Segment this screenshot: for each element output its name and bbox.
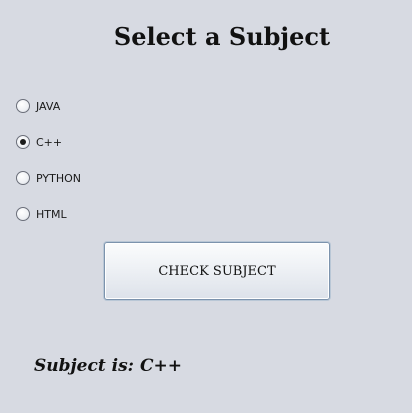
radio-label-java: JAVA bbox=[36, 99, 61, 113]
radio-button-python[interactable] bbox=[16, 171, 30, 185]
result-separator: : bbox=[127, 356, 134, 376]
radio-cpp[interactable]: C++ bbox=[16, 134, 62, 150]
result-value: C++ bbox=[139, 356, 182, 376]
page-title: Select a Subject bbox=[113, 22, 331, 51]
check-subject-button[interactable]: CHECK SUBJECT bbox=[104, 242, 330, 300]
radio-button-html[interactable] bbox=[16, 207, 30, 221]
radio-python[interactable]: PYTHON bbox=[16, 170, 81, 186]
radio-java[interactable]: JAVA bbox=[16, 98, 60, 114]
radio-button-java[interactable] bbox=[16, 99, 30, 113]
radio-label-python: PYTHON bbox=[36, 171, 81, 185]
result-prefix: Subject is bbox=[34, 356, 128, 376]
radio-label-html: HTML bbox=[36, 207, 67, 221]
radio-html[interactable]: HTML bbox=[16, 206, 67, 222]
subject-result: Subject is: C++ bbox=[34, 356, 182, 376]
radio-button-cpp[interactable] bbox=[16, 135, 30, 149]
radio-label-cpp: C++ bbox=[36, 135, 63, 149]
